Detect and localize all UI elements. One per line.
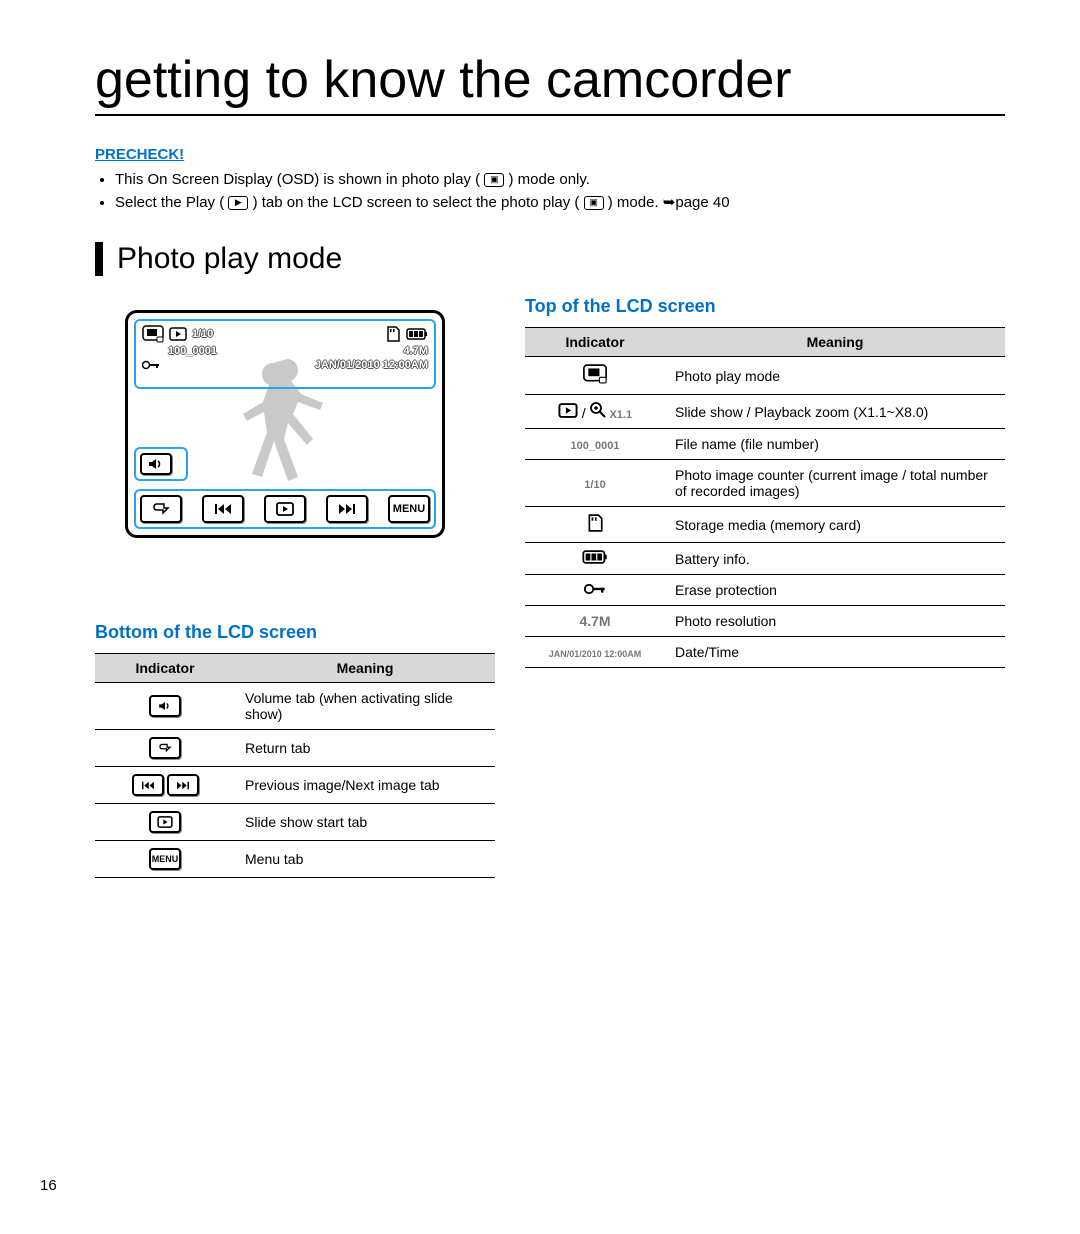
battery-icon	[582, 550, 608, 564]
next-icon	[167, 774, 199, 796]
slideshow-icon	[169, 327, 187, 341]
menu-icon: MENU	[149, 848, 181, 870]
top-indicator-table: Indicator Meaning Photo play mode /	[525, 327, 1005, 668]
page-number: 16	[40, 1177, 57, 1194]
table-row: / X1.1 Slide show / Playback zoom (X1.1~…	[525, 395, 1005, 429]
prev-image-button[interactable]	[202, 495, 244, 523]
return-icon	[149, 737, 181, 759]
precheck-list: This On Screen Display (OSD) is shown in…	[95, 169, 1005, 214]
photo-play-mode-icon	[142, 325, 164, 343]
slideshow-start-button[interactable]	[264, 495, 306, 523]
meaning-cell: Previous image/Next image tab	[235, 767, 495, 804]
meaning-cell: Date/Time	[665, 637, 1005, 668]
table-row: Slide show start tab	[95, 804, 495, 841]
precheck-item: This On Screen Display (OSD) is shown in…	[115, 169, 1005, 192]
precheck-label: PRECHECK!	[95, 146, 1005, 163]
counter-indicator: 1/10	[584, 479, 605, 491]
bottom-indicator-table: Indicator Meaning Volume tab (when activ…	[95, 653, 495, 878]
slideshow-icon	[558, 403, 578, 418]
meaning-cell: Photo resolution	[665, 606, 1005, 637]
prev-icon	[214, 503, 232, 515]
table-row: Storage media (memory card)	[525, 507, 1005, 543]
table-row: MENU Menu tab	[95, 841, 495, 878]
key-icon	[584, 583, 606, 595]
meaning-cell: Storage media (memory card)	[665, 507, 1005, 543]
meaning-cell: Erase protection	[665, 575, 1005, 606]
table-row: Previous image/Next image tab	[95, 767, 495, 804]
return-icon	[152, 502, 170, 516]
table-row: 4.7M Photo resolution	[525, 606, 1005, 637]
next-icon	[338, 503, 356, 515]
section-heading: Photo play mode	[95, 242, 1005, 276]
battery-icon	[406, 328, 428, 340]
volume-button[interactable]	[140, 453, 172, 475]
table-row: Return tab	[95, 730, 495, 767]
next-image-button[interactable]	[326, 495, 368, 523]
menu-button[interactable]: MENU	[388, 495, 430, 523]
meaning-cell: Photo image counter (current image / tot…	[665, 460, 1005, 507]
file-name-indicator: 100_0001	[571, 440, 620, 452]
table-row: 1/10 Photo image counter (current image …	[525, 460, 1005, 507]
zoom-label: X1.1	[609, 409, 632, 421]
photo-play-icon: ▣	[484, 173, 504, 187]
meaning-cell: Menu tab	[235, 841, 495, 878]
table-row: 100_0001 File name (file number)	[525, 429, 1005, 460]
key-icon	[142, 360, 160, 370]
page-title: getting to know the camcorder	[95, 50, 1005, 116]
col-meaning: Meaning	[235, 654, 495, 683]
meaning-cell: Volume tab (when activating slide show)	[235, 683, 495, 730]
photo-play-icon: ▣	[584, 196, 604, 210]
top-table-heading: Top of the LCD screen	[525, 296, 1005, 317]
photo-play-mode-icon	[582, 364, 608, 384]
meaning-cell: File name (file number)	[665, 429, 1005, 460]
slideshow-start-icon	[276, 502, 294, 516]
table-row: Erase protection	[525, 575, 1005, 606]
lcd-volume-row	[134, 447, 188, 481]
bottom-table-heading: Bottom of the LCD screen	[95, 622, 495, 643]
datetime-indicator: JAN/01/2010 12:00AM	[549, 649, 642, 659]
col-meaning: Meaning	[665, 328, 1005, 357]
meaning-cell: Photo play mode	[665, 357, 1005, 395]
precheck-item: Select the Play ( ▶ ) tab on the LCD scr…	[115, 192, 1005, 215]
slideshow-start-icon	[149, 811, 181, 833]
meaning-cell: Slide show start tab	[235, 804, 495, 841]
volume-icon	[149, 695, 181, 717]
prev-icon	[132, 774, 164, 796]
table-row: JAN/01/2010 12:00AM Date/Time	[525, 637, 1005, 668]
meaning-cell: Battery info.	[665, 543, 1005, 575]
meaning-cell: Return tab	[235, 730, 495, 767]
col-indicator: Indicator	[95, 654, 235, 683]
memory-card-icon	[385, 326, 401, 342]
col-indicator: Indicator	[525, 328, 665, 357]
play-tab-icon: ▶	[228, 196, 248, 210]
photo-counter: 1/10	[192, 328, 213, 340]
file-name: 100_0001	[168, 345, 217, 357]
resolution-indicator: 4.7M	[579, 613, 610, 629]
table-row: Photo play mode	[525, 357, 1005, 395]
memory-card-icon	[586, 514, 604, 532]
lcd-mock: 1/10 100_0001 4.7M	[125, 310, 445, 538]
meaning-cell: Slide show / Playback zoom (X1.1~X8.0)	[665, 395, 1005, 429]
date-time: JAN/01/2010 12:00AM	[315, 359, 428, 371]
volume-icon	[148, 458, 164, 470]
lcd-top-area: 1/10 100_0001 4.7M	[134, 319, 436, 389]
table-row: Volume tab (when activating slide show)	[95, 683, 495, 730]
return-button[interactable]	[140, 495, 182, 523]
table-row: Battery info.	[525, 543, 1005, 575]
photo-resolution: 4.7M	[404, 345, 428, 357]
lcd-control-row: MENU	[134, 489, 436, 529]
zoom-icon	[590, 402, 606, 418]
